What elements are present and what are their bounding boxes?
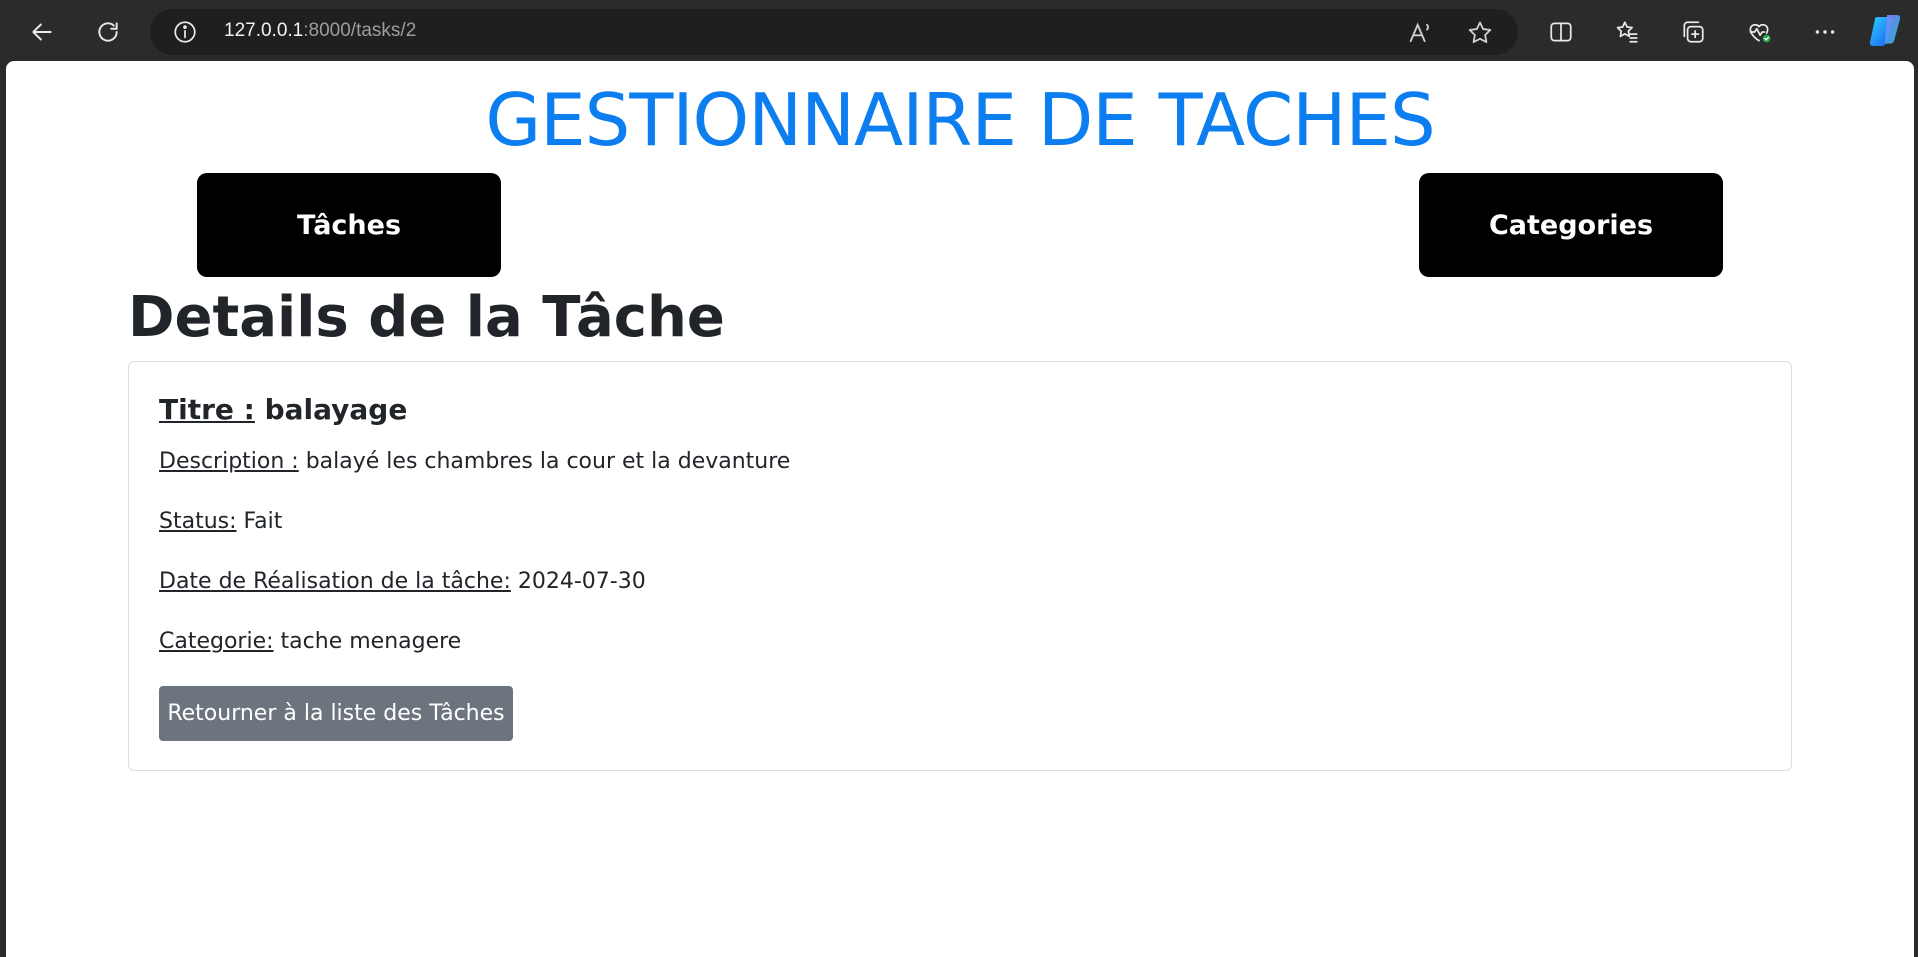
browser-toolbar: 127.0.0.1:8000/tasks/2	[0, 0, 1918, 61]
read-aloud-icon[interactable]	[1406, 19, 1434, 47]
url-host: 127.0.0.1	[224, 20, 304, 41]
url-text[interactable]: 127.0.0.1:8000/tasks/2	[224, 20, 416, 42]
task-title-value: balayage	[264, 393, 408, 426]
site-title: GESTIONNAIRE DE TACHES	[485, 78, 1435, 162]
task-status-label: Status:	[159, 509, 237, 534]
favorites-icon[interactable]	[1607, 12, 1647, 52]
task-category-label: Categorie:	[159, 629, 274, 654]
collections-icon[interactable]	[1673, 12, 1713, 52]
page-heading: Details de la Tâche	[128, 285, 725, 350]
task-status-value: Fait	[243, 509, 283, 534]
refresh-icon[interactable]	[88, 12, 128, 52]
task-description-value: balayé les chambres la cour et la devant…	[305, 449, 791, 474]
task-description-label: Description :	[159, 449, 299, 474]
copilot-icon[interactable]	[1867, 11, 1905, 49]
info-icon[interactable]	[172, 19, 198, 45]
task-title-label: Titre :	[159, 393, 255, 426]
browser-essentials-icon[interactable]	[1739, 12, 1779, 52]
task-date: Date de Réalisation de la tâche: 2024-07…	[159, 567, 646, 597]
nav-categories-button[interactable]: Categories	[1419, 173, 1723, 277]
back-icon[interactable]	[22, 12, 62, 52]
task-date-value: 2024-07-30	[517, 569, 646, 594]
split-screen-icon[interactable]	[1541, 12, 1581, 52]
address-bar[interactable]: 127.0.0.1:8000/tasks/2	[150, 9, 1518, 55]
url-path: :8000/tasks/2	[303, 20, 417, 41]
task-category-value: tache menagere	[280, 629, 462, 654]
nav-tasks-button[interactable]: Tâches	[197, 173, 501, 277]
task-detail-card: Titre : balayage Description : balayé le…	[128, 361, 1792, 771]
back-to-list-button[interactable]: Retourner à la liste des Tâches	[159, 686, 513, 741]
more-icon[interactable]	[1805, 12, 1845, 52]
task-date-label: Date de Réalisation de la tâche:	[159, 569, 511, 594]
task-description: Description : balayé les chambres la cou…	[159, 447, 790, 477]
task-status: Status: Fait	[159, 507, 282, 537]
page-viewport: GESTIONNAIRE DE TACHES Tâches Categories…	[6, 61, 1914, 957]
task-category: Categorie: tache menagere	[159, 627, 461, 657]
favorite-star-icon[interactable]	[1466, 19, 1494, 47]
task-title: Titre : balayage	[159, 392, 407, 428]
